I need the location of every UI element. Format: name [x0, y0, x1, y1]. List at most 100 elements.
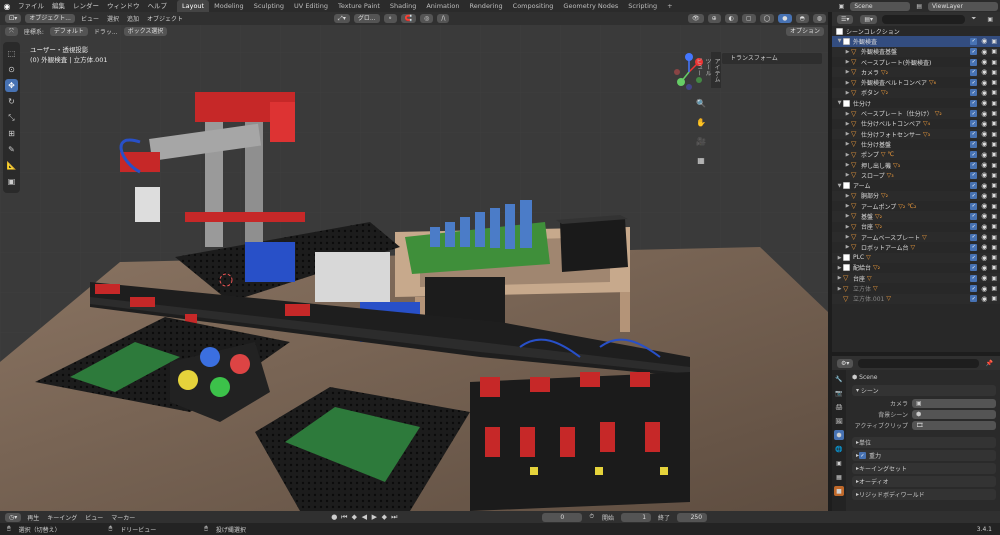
gravity-checkbox[interactable]: ✓	[859, 452, 867, 459]
properties-section-1[interactable]: ▸ ✓ 重力	[852, 450, 996, 461]
outliner-row[interactable]: ▶ ▽ 仕分けベルトコンベア ▽₄ ✓ ◉ ▣	[832, 119, 1000, 129]
expand-arrow-icon[interactable]: ▶	[844, 152, 851, 158]
start-frame-field[interactable]: 1	[621, 512, 652, 522]
exclude-checkbox[interactable]: ✓	[970, 151, 978, 159]
collection-tab-icon[interactable]: ▣	[834, 458, 844, 468]
timeline-view-menu[interactable]: ビュー	[81, 513, 107, 522]
exclude-checkbox[interactable]: ✓	[970, 264, 978, 272]
proportional-edit-icon[interactable]: ◎	[420, 14, 434, 23]
visibility-eye-icon[interactable]: ◉	[981, 254, 987, 262]
expand-arrow-icon[interactable]: ▼	[836, 38, 843, 44]
visibility-eye-icon[interactable]: ◉	[981, 202, 987, 210]
shading-solid-icon[interactable]: ●	[778, 14, 792, 23]
workspace-tab-0[interactable]: Layout	[177, 0, 210, 12]
background-scene-field[interactable]: ⬢	[912, 410, 996, 419]
render-camera-icon[interactable]: ▣	[991, 264, 997, 271]
sidebar-tab-1[interactable]: ツール	[703, 58, 712, 82]
blender-logo-icon[interactable]: ◉	[0, 0, 14, 12]
render-camera-icon[interactable]: ▣	[991, 89, 997, 96]
record-icon[interactable]: ●	[329, 513, 339, 521]
options-menu[interactable]: オプション	[785, 27, 824, 36]
render-camera-icon[interactable]: ▣	[991, 295, 997, 302]
visibility-eye-icon[interactable]: ◉	[981, 171, 987, 179]
xray-icon[interactable]: ▢	[741, 14, 756, 23]
transform-panel[interactable]: トランスフォーム	[722, 53, 822, 64]
exclude-checkbox[interactable]: ✓	[970, 48, 978, 56]
visibility-eye-icon[interactable]: ◉	[981, 192, 987, 200]
workspace-tab-5[interactable]: Shading	[385, 0, 421, 12]
render-camera-icon[interactable]: ▣	[991, 151, 997, 158]
properties-editor-icon[interactable]: ⚙▾	[837, 358, 854, 368]
exclude-checkbox[interactable]: ✓	[970, 110, 978, 118]
tool-tab-icon[interactable]: 🔧	[834, 374, 844, 384]
jump-start-icon[interactable]: ⏮	[339, 513, 349, 522]
visibility-eye-icon[interactable]: ◉	[981, 223, 987, 231]
scene-selector[interactable]: Scene	[850, 1, 911, 11]
outliner-row[interactable]: ▶ ▽ 外観検査基盤 ✓ ◉ ▣	[832, 46, 1000, 57]
visibility-eye-icon[interactable]: ◉	[981, 37, 987, 45]
menu-0[interactable]: ファイル	[14, 0, 48, 12]
outliner-row[interactable]: ▶ ▽ 立方体 ▽ ✓ ◉ ▣	[832, 283, 1000, 294]
jump-end-icon[interactable]: ⏭	[389, 513, 399, 522]
output-tab-icon[interactable]: 🖨	[834, 402, 844, 412]
menu-4[interactable]: ヘルプ	[144, 0, 172, 12]
expand-arrow-icon[interactable]: ▶	[844, 131, 851, 137]
outliner-editor-icon[interactable]: ☰▾	[837, 14, 854, 24]
properties-section-0[interactable]: ▸ 単位	[852, 437, 996, 448]
render-camera-icon[interactable]: ▣	[991, 234, 997, 241]
workspace-tab-3[interactable]: UV Editing	[289, 0, 333, 12]
new-collection-icon[interactable]: ▣	[983, 16, 997, 23]
visibility-eye-icon[interactable]: ◉	[981, 58, 987, 66]
object-tab-icon[interactable]: ■	[834, 486, 844, 496]
exclude-checkbox[interactable]: ✓	[970, 274, 978, 282]
box-select-selector[interactable]: ボックス選択	[123, 27, 168, 36]
exclude-checkbox[interactable]: ✓	[970, 130, 978, 138]
render-camera-icon[interactable]: ▣	[991, 48, 997, 55]
exclude-checkbox[interactable]: ✓	[970, 68, 978, 76]
rotate-tool-icon[interactable]: ↻	[5, 95, 18, 108]
render-camera-icon[interactable]: ▣	[991, 254, 997, 261]
outliner-row[interactable]: ▶ ▽ 仕分け基盤 ✓ ◉ ▣	[832, 139, 1000, 149]
view-layer-selector[interactable]: ViewLayer	[928, 1, 998, 11]
visibility-eye-icon[interactable]: ◉	[981, 285, 987, 293]
properties-search-input[interactable]	[858, 358, 979, 368]
shading-wire-icon[interactable]: ◯	[759, 14, 775, 23]
expand-arrow-icon[interactable]: ▼	[836, 100, 843, 106]
render-camera-icon[interactable]: ▣	[991, 182, 997, 189]
visibility-eye-icon[interactable]: ◉	[981, 161, 987, 169]
properties-section-2[interactable]: ▸ キーイングセット	[852, 463, 996, 474]
3d-viewport[interactable]: ⚀▾ オブジェクト... ビュー 選択 追加 オブジェクト ⤢▾ グロ... ⚬ 🧲 …	[0, 12, 828, 511]
visibility-eye-icon[interactable]: ◉	[981, 130, 987, 138]
expand-arrow-icon[interactable]: ▶	[844, 111, 851, 117]
exclude-checkbox[interactable]: ✓	[970, 295, 978, 303]
workspace-tab-7[interactable]: Rendering	[464, 0, 507, 12]
exclude-checkbox[interactable]: ✓	[970, 182, 978, 190]
move-tool-button[interactable]: ✥	[5, 79, 18, 92]
outliner-row[interactable]: ▶ 配給台 ▽₂ ✓ ◉ ▣	[832, 263, 1000, 273]
outliner-row[interactable]: ▶ ▽ ベースプレート(外観検査) ✓ ◉ ▣	[832, 57, 1000, 67]
sidebar-tab-2[interactable]: ビュー	[694, 58, 703, 82]
outliner-row[interactable]: ▶ PLC ▽ ✓ ◉ ▣	[832, 252, 1000, 263]
visibility-eye-icon[interactable]: ◉	[981, 110, 987, 118]
expand-arrow-icon[interactable]: ▶	[844, 172, 851, 178]
exclude-checkbox[interactable]: ✓	[970, 202, 978, 210]
exclude-checkbox[interactable]: ✓	[970, 233, 978, 241]
stopwatch-icon[interactable]: ⏱	[585, 513, 598, 521]
workspace-tab-4[interactable]: Texture Paint	[333, 0, 385, 12]
workspace-tab-11[interactable]: +	[662, 0, 677, 12]
properties-section-3[interactable]: ▸ オーディオ	[852, 476, 996, 487]
display-mode-icon[interactable]: ▤▾	[860, 14, 878, 24]
menu-2[interactable]: レンダー	[69, 0, 103, 12]
gizmo-icon[interactable]: ⊕	[707, 14, 721, 23]
view-layer-icon[interactable]: ▤	[912, 3, 926, 10]
visibility-eye-icon[interactable]: ◉	[981, 120, 987, 128]
add-cube-tool-icon[interactable]: ▣	[5, 175, 18, 188]
workspace-tab-6[interactable]: Animation	[421, 0, 464, 12]
viewport-menu-2[interactable]: 追加	[123, 14, 143, 23]
workspace-tab-10[interactable]: Scripting	[623, 0, 662, 12]
filter-icon[interactable]: ⏷	[968, 15, 981, 23]
mode-selector[interactable]: オブジェクト...	[25, 14, 75, 23]
outliner-row[interactable]: ▶ ▽ ボタン ▽₂ ✓ ◉ ▣	[832, 87, 1000, 99]
exclude-checkbox[interactable]: ✓	[970, 212, 978, 220]
render-camera-icon[interactable]: ▣	[991, 38, 997, 45]
